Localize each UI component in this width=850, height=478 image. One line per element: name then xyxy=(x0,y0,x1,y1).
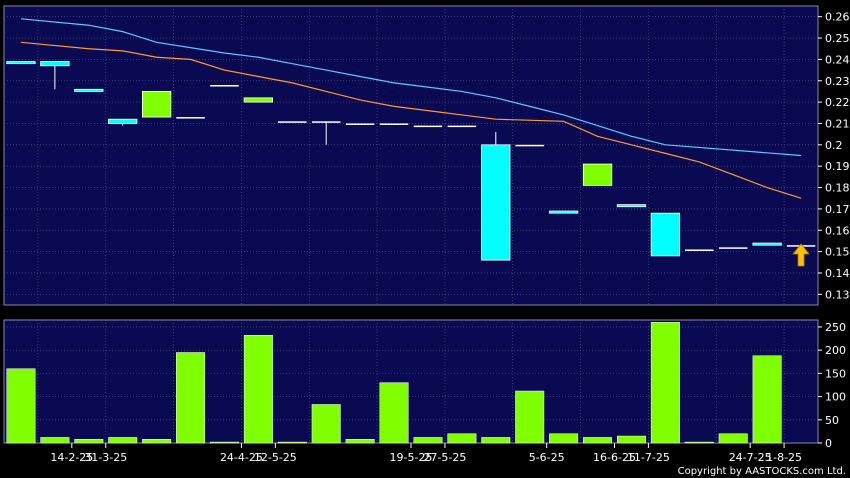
volume-bar xyxy=(752,355,782,444)
price-tick-label: 0.18 xyxy=(825,182,850,195)
volume-tick-label: 200 xyxy=(825,344,846,357)
candle-body xyxy=(582,163,613,186)
volume-bar xyxy=(142,439,172,444)
volume-bar xyxy=(583,437,613,444)
candle-body xyxy=(481,144,511,261)
price-panel-bg xyxy=(3,5,819,306)
x-tick-label: 31-3-25 xyxy=(84,451,127,464)
x-tick-label: 27-5-25 xyxy=(423,451,466,464)
volume-panel: 0 50 100 150 200 250 xyxy=(3,319,846,450)
candle-body xyxy=(74,88,104,92)
price-tick-label: 0.24 xyxy=(825,53,850,66)
volume-bar xyxy=(6,368,36,444)
volume-bar xyxy=(40,437,70,444)
candle-body xyxy=(718,247,748,249)
candle-body xyxy=(108,118,138,124)
price-tick-label: 0.14 xyxy=(825,267,850,280)
price-tick-label: 0.2 xyxy=(825,139,843,152)
x-tick-label: 1-8-25 xyxy=(766,451,802,464)
stock-chart: 0.13 0.14 0.15 0.16 0.17 0.18 0.19 0.2 0.21 0.22 0… xyxy=(0,0,850,478)
volume-bar xyxy=(616,435,646,444)
volume-bar xyxy=(447,433,477,444)
x-tick-label: 5-6-25 xyxy=(529,451,565,464)
price-tick-label: 0.21 xyxy=(825,117,850,130)
candle-body xyxy=(685,249,714,251)
volume-bar xyxy=(650,322,680,444)
price-tick-label: 0.22 xyxy=(825,96,850,109)
volume-bar xyxy=(74,439,104,444)
volume-tick-label: 100 xyxy=(825,391,846,404)
x-tick-label: 12-5-25 xyxy=(254,451,297,464)
candle-body xyxy=(345,123,375,125)
volume-bar xyxy=(176,352,206,444)
candle-body xyxy=(243,97,274,103)
candle-body xyxy=(650,212,681,257)
candle-body xyxy=(447,125,477,128)
volume-bar xyxy=(684,441,714,444)
volume-bar xyxy=(515,390,545,444)
candle-body xyxy=(176,117,205,119)
price-tick-label: 0.26 xyxy=(825,11,850,24)
candle-body xyxy=(6,61,36,65)
candle-body xyxy=(413,125,443,128)
volume-tick-label: 0 xyxy=(825,437,832,450)
price-tick-label: 0.15 xyxy=(825,246,850,259)
candle-body xyxy=(548,210,579,214)
copyright-text: Copyright by AASTOCKS.com Ltd. xyxy=(678,466,846,477)
volume-bar xyxy=(277,441,307,444)
candle-body xyxy=(752,242,782,246)
candle-body xyxy=(278,121,307,123)
volume-bar xyxy=(413,437,443,444)
volume-bar xyxy=(108,437,138,444)
price-panel: 0.13 0.14 0.15 0.16 0.17 0.18 0.19 0.2 0.21 0.22 0… xyxy=(3,5,850,306)
candle-body xyxy=(515,144,544,147)
candle-body xyxy=(616,204,647,208)
volume-bar xyxy=(379,382,409,444)
volume-bar xyxy=(481,437,511,444)
x-tick-label: 11-7-25 xyxy=(627,451,670,464)
volume-bar xyxy=(549,433,579,444)
volume-bar xyxy=(243,335,273,444)
volume-bar xyxy=(718,433,748,444)
volume-bar xyxy=(311,404,341,444)
volume-bar xyxy=(209,441,239,444)
candle-body xyxy=(141,91,172,118)
volume-panel-bg xyxy=(3,319,819,444)
volume-bar xyxy=(345,439,375,444)
price-tick-label: 0.23 xyxy=(825,75,850,88)
volume-tick-label: 150 xyxy=(825,367,846,380)
price-tick-label: 0.16 xyxy=(825,224,850,237)
volume-tick-label: 250 xyxy=(825,321,846,334)
volume-tick-label: 50 xyxy=(825,414,839,427)
price-tick-label: 0.17 xyxy=(825,203,850,216)
candle-body xyxy=(40,61,70,67)
price-tick-label: 0.13 xyxy=(825,288,850,301)
candle-body xyxy=(210,85,239,87)
candle-body xyxy=(379,123,409,125)
price-tick-label: 0.19 xyxy=(825,160,850,173)
price-tick-label: 0.25 xyxy=(825,32,850,45)
candle-body xyxy=(311,121,341,123)
